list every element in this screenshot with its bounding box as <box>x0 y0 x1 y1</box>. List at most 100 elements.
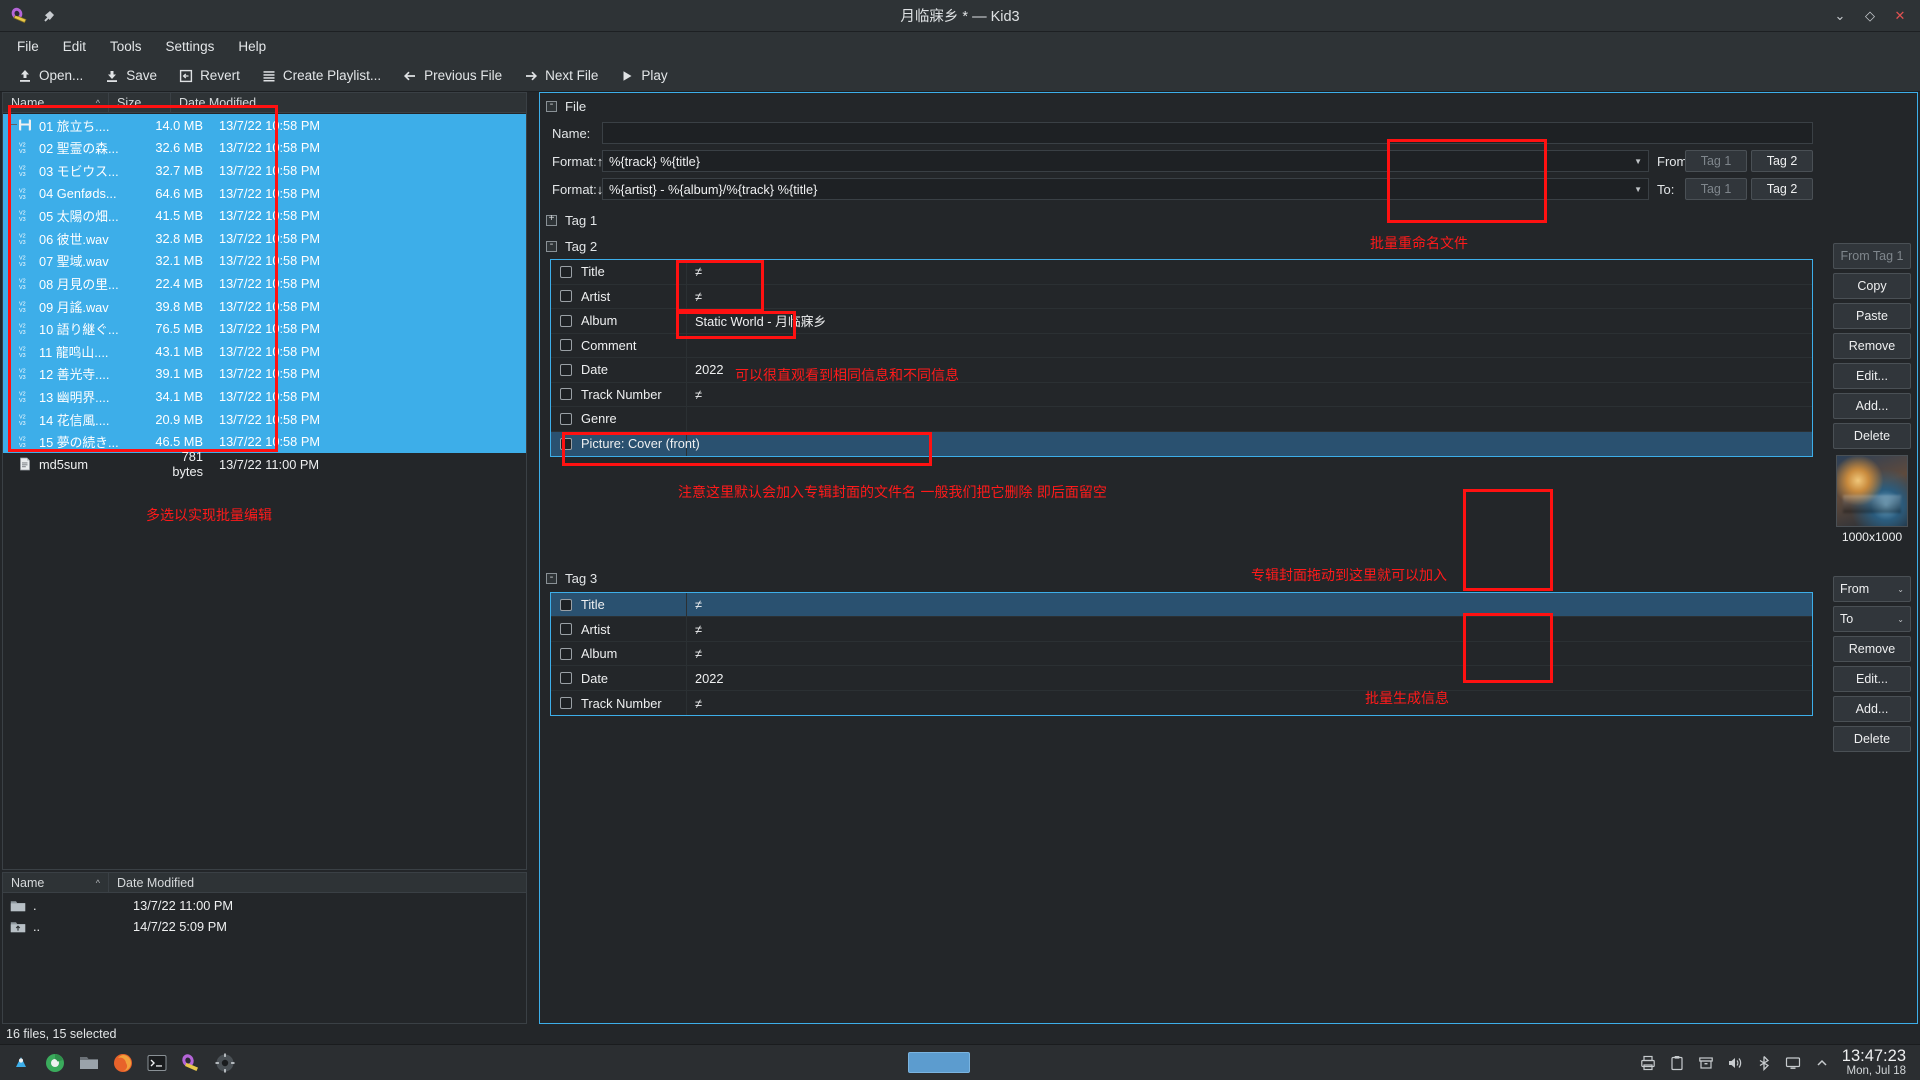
tag3-table[interactable]: Title ≠ Artist ≠ Album ≠ Date 2022 Track Number ≠ <box>550 591 1813 717</box>
minimize-icon[interactable]: ⌄ <box>1832 8 1848 24</box>
file-list-row[interactable]: V2 V3 04 Genføds... 64.6 MB 13/7/22 10:58 PM <box>3 124 526 205</box>
file-list-row[interactable]: V2 V3 12 善光寺.... 39.1 MB 13/7/22 10:58 PM <box>3 124 526 386</box>
tag-field-value[interactable]: ≠ <box>687 617 1812 641</box>
menu-tools[interactable]: Tools <box>99 35 153 58</box>
tag-field-row[interactable]: Title ≠ <box>551 260 1812 285</box>
display-icon[interactable] <box>1784 1054 1802 1072</box>
tag-field-row[interactable]: Album Static World - 月临寐乡 <box>551 309 1812 334</box>
format-down-combo[interactable]: %{artist} - %{album}/%{track} %{title} ▼ <box>602 178 1649 200</box>
column-header-size[interactable]: Size <box>108 93 170 112</box>
dir-column-header-date[interactable]: Date Modified <box>108 873 526 892</box>
firefox-icon[interactable] <box>108 1048 138 1078</box>
add-button-tag3[interactable]: Add... <box>1833 696 1911 722</box>
tag-field-value[interactable]: 2022 <box>687 666 1812 690</box>
paste-button[interactable]: Paste <box>1833 303 1911 329</box>
files-icon[interactable] <box>74 1048 104 1078</box>
dir-column-header-name[interactable]: Name ^ <box>3 873 108 892</box>
copy-button[interactable]: Copy <box>1833 273 1911 299</box>
from-tag2-button[interactable]: Tag 2 <box>1751 150 1813 172</box>
previous-file-button[interactable]: Previous File <box>393 64 511 88</box>
to-combo-button[interactable]: To ⌄ <box>1833 606 1911 632</box>
tag-field-checkbox[interactable] <box>560 647 572 660</box>
file-list-row[interactable]: V2 V3 09 月謠.wav 39.8 MB 13/7/22 10:58 PM <box>3 124 526 318</box>
tag-field-row[interactable]: Date 2022 <box>551 666 1812 691</box>
file-list-row[interactable]: V2 V3 14 花信風.... 20.9 MB 13/7/22 10:58 PM <box>3 124 526 431</box>
dir-list-row[interactable]: .. 14/7/22 5:09 PM <box>3 916 526 937</box>
file-list[interactable]: Name ^ Size Date Modified 01 旅立ち.... 14.0… <box>2 92 527 870</box>
to-tag1-button[interactable]: Tag 1 <box>1685 178 1747 200</box>
to-tag2-button[interactable]: Tag 2 <box>1751 178 1813 200</box>
tag-field-value[interactable] <box>687 432 1812 457</box>
terminal-icon[interactable] <box>142 1048 172 1078</box>
tag-field-value[interactable]: ≠ <box>687 642 1812 666</box>
tag-field-row[interactable]: Genre <box>551 407 1812 432</box>
tag-field-row[interactable]: Artist ≠ <box>551 617 1812 642</box>
tag-field-row[interactable]: Picture: Cover (front) <box>551 431 1812 457</box>
delete-button[interactable]: Delete <box>1833 423 1911 449</box>
tag-field-checkbox[interactable] <box>560 697 572 709</box>
from-combo-button[interactable]: From ⌄ <box>1833 576 1911 602</box>
volume-icon[interactable] <box>1726 1054 1744 1072</box>
edit-button[interactable]: Edit... <box>1833 363 1911 389</box>
file-list-row[interactable]: V2 V3 08 月見の里... 22.4 MB 13/7/22 10:58 PM <box>3 124 526 295</box>
file-name-input[interactable] <box>602 122 1813 144</box>
clipboard-icon[interactable] <box>1668 1054 1686 1072</box>
file-list-row[interactable]: V2 V3 13 幽明界.... 34.1 MB 13/7/22 10:58 PM <box>3 124 526 408</box>
close-icon[interactable]: ✕ <box>1892 8 1908 24</box>
tag-field-checkbox[interactable] <box>560 437 572 450</box>
tag-field-value[interactable]: Static World - 月临寐乡 <box>687 309 1812 333</box>
file-list-row[interactable]: V2 V3 10 語り継ぐ... 76.5 MB 13/7/22 10:58 PM <box>3 124 526 340</box>
tag-field-value[interactable] <box>687 407 1812 431</box>
tag-field-row[interactable]: Artist ≠ <box>551 284 1812 309</box>
menu-settings[interactable]: Settings <box>155 35 226 58</box>
dir-list-row[interactable]: . 13/7/22 11:00 PM <box>3 895 526 916</box>
tag-field-value[interactable]: ≠ <box>687 593 1812 617</box>
from-tag1-button[interactable]: Tag 1 <box>1685 150 1747 172</box>
tag-field-row[interactable]: Comment <box>551 333 1812 358</box>
remove-button-tag3[interactable]: Remove <box>1833 636 1911 662</box>
menu-edit[interactable]: Edit <box>52 35 97 58</box>
open-button[interactable]: Open... <box>8 64 92 88</box>
menu-help[interactable]: Help <box>227 35 277 58</box>
bluetooth-icon[interactable] <box>1755 1054 1773 1072</box>
archive-icon[interactable] <box>1697 1054 1715 1072</box>
printer-icon[interactable] <box>1639 1054 1657 1072</box>
tag-field-checkbox[interactable] <box>560 314 572 327</box>
save-button[interactable]: Save <box>95 64 166 88</box>
tag-field-checkbox[interactable] <box>560 412 572 425</box>
tag3-expander[interactable]: - <box>546 573 557 585</box>
settings-icon[interactable] <box>210 1048 240 1078</box>
file-section-expander[interactable]: - <box>546 100 557 112</box>
file-list-row[interactable]: 01 旅立ち.... 14.0 MB 13/7/22 10:58 PM <box>3 114 526 137</box>
next-file-button[interactable]: Next File <box>514 64 607 88</box>
tag-field-checkbox[interactable] <box>560 598 572 611</box>
tag-field-checkbox[interactable] <box>560 363 572 376</box>
tag-field-checkbox[interactable] <box>560 339 572 352</box>
remove-button[interactable]: Remove <box>1833 333 1911 359</box>
format-up-combo[interactable]: %{track} %{title} ▼ <box>602 150 1649 172</box>
browser-icon[interactable] <box>40 1048 70 1078</box>
tag-field-row[interactable]: Track Number ≠ <box>551 382 1812 407</box>
column-header-date[interactable]: Date Modified <box>170 93 526 112</box>
tag-field-checkbox[interactable] <box>560 290 572 303</box>
tag2-expander[interactable]: - <box>546 240 557 252</box>
directory-list[interactable]: Name ^ Date Modified . 13/7/22 11:00 PM..… <box>2 872 527 1024</box>
file-section-header[interactable]: - File <box>540 93 1829 119</box>
add-button[interactable]: Add... <box>1833 393 1911 419</box>
tag2-section-header[interactable]: - Tag 2 <box>540 233 1829 259</box>
cover-art-image[interactable] <box>1836 455 1908 527</box>
tag2-table[interactable]: Title ≠ Artist ≠ Album Static World - 月临寐乡 Com… <box>550 259 1813 457</box>
tag-field-checkbox[interactable] <box>560 672 572 684</box>
maximize-icon[interactable]: ◇ <box>1862 8 1878 24</box>
file-list-body[interactable]: 01 旅立ち.... 14.0 MB 13/7/22 10:58 PM V2 V3 02 … <box>3 113 526 869</box>
file-list-row[interactable]: V2 V3 06 彼世.wav 32.8 MB 13/7/22 10:58 PM <box>3 124 526 250</box>
file-list-row[interactable]: V2 V3 15 夢の続き... 46.5 MB 13/7/22 10:58 PM <box>3 124 526 453</box>
tag-field-value[interactable]: ≠ <box>687 691 1812 716</box>
taskbar-clock[interactable]: 13:47:23 Mon, Jul 18 <box>1842 1047 1910 1078</box>
dir-list-body[interactable]: . 13/7/22 11:00 PM.. 14/7/22 5:09 PM <box>3 893 526 1023</box>
revert-button[interactable]: Revert <box>169 64 249 88</box>
tag-field-row[interactable]: Track Number ≠ <box>551 690 1812 716</box>
file-list-row[interactable]: V2 V3 07 聖域.wav 32.1 MB 13/7/22 10:58 PM <box>3 124 526 273</box>
tag-field-value[interactable]: ≠ <box>687 285 1812 309</box>
tag-field-checkbox[interactable] <box>560 265 572 278</box>
